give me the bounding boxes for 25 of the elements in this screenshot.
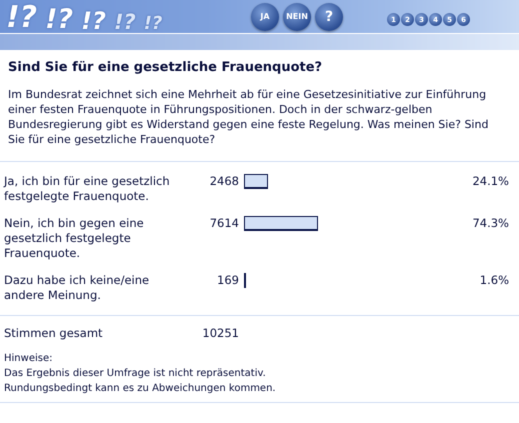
- vote-count: 2468: [208, 174, 239, 189]
- banner-decoration: !?: [81, 9, 106, 33]
- banner-decoration: !?: [144, 15, 162, 33]
- result-bar: [244, 174, 268, 189]
- vote-button[interactable]: ?: [315, 2, 343, 30]
- vote-button[interactable]: NEIN: [283, 2, 311, 30]
- vote-count: 169: [216, 273, 239, 288]
- poll-intro: Im Bundesrat zeichnet sich eine Mehrheit ab für eine Gesetzesinitiative zur Einführung einer festen Frauenquote in Führungspositionen. Doch in der schwarz-gelben Bundesregierung gibt es Widerstand gegen eine feste Regelung. Was meinen Sie? Sind Sie für eine gesetzliche Frauenquote?: [8, 87, 490, 147]
- note-text: Das Ergebnis dieser Umfrage ist nicht repräsentativ.: [4, 367, 267, 381]
- note-text: Rundungsbedingt kann es zu Abweichungen kommen.: [4, 382, 277, 396]
- total-label: Stimmen gesamt: [4, 326, 104, 341]
- total-count: 10251: [201, 326, 239, 341]
- banner-decoration: !?: [45, 6, 74, 33]
- answer-text: Ja, ich bin für eine gesetzlich festgelegte Frauenquote.: [4, 174, 171, 204]
- note-text: Hinweise:: [4, 352, 54, 366]
- banner-decoration: !?: [114, 12, 136, 33]
- vote-percent: 74.3%: [471, 216, 509, 231]
- answer-text: Dazu habe ich keine/eine andere Meinung.: [4, 273, 150, 303]
- banner-decoration: !?: [6, 3, 38, 33]
- answer-text: Nein, ich bin gegen eine gesetzlich festgelegte Frauenquote.: [4, 216, 145, 261]
- vote-button[interactable]: JA: [251, 2, 279, 30]
- vote-percent: 24.1%: [471, 174, 509, 189]
- vote-count: 7614: [208, 216, 239, 231]
- vote-percent: 1.6%: [478, 273, 509, 288]
- poll-question: Sind Sie für eine gesetzliche Frauenquote?: [8, 60, 324, 75]
